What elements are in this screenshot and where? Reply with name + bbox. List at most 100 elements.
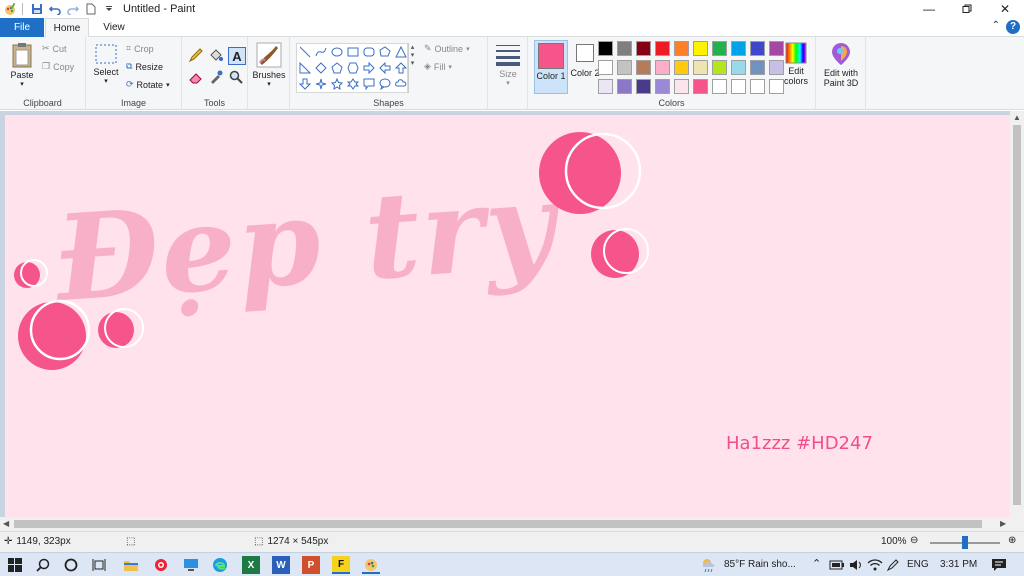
callout-rect-shape-icon[interactable]	[361, 76, 377, 92]
oval-shape-icon[interactable]	[329, 44, 345, 60]
paste-button[interactable]: Paste ▾	[6, 42, 38, 88]
callout-cloud-shape-icon[interactable]	[393, 76, 409, 92]
palette-swatch[interactable]	[750, 79, 765, 94]
tab-view[interactable]: View	[92, 18, 136, 37]
windows-start-icon[interactable]	[6, 556, 24, 574]
search-icon[interactable]	[34, 556, 52, 574]
copy-button[interactable]: ❐ Copy	[42, 61, 74, 72]
minimize-button[interactable]: —	[910, 0, 948, 18]
brushes-button[interactable]: Brushes ▾	[252, 42, 286, 88]
fill-bucket-icon[interactable]	[208, 47, 226, 67]
show-hidden-icons-chevron[interactable]: ⌃	[812, 557, 821, 570]
rectangle-shape-icon[interactable]	[345, 44, 361, 60]
cortana-icon[interactable]	[62, 556, 80, 574]
palette-swatch[interactable]	[750, 41, 765, 56]
text-tool-icon[interactable]: A	[228, 47, 246, 65]
zoom-slider-thumb[interactable]	[962, 536, 968, 549]
wifi-icon[interactable]	[866, 556, 884, 574]
tab-home[interactable]: Home	[45, 18, 89, 38]
palette-swatch[interactable]	[655, 60, 670, 75]
input-language[interactable]: ENG	[907, 559, 929, 570]
callout-oval-shape-icon[interactable]	[377, 76, 393, 92]
diamond-shape-icon[interactable]	[313, 60, 329, 76]
vertical-scroll-thumb[interactable]	[1013, 125, 1021, 505]
palette-swatch[interactable]	[731, 60, 746, 75]
palette-swatch[interactable]	[617, 60, 632, 75]
tab-file[interactable]: File	[0, 18, 44, 37]
palette-swatch[interactable]	[731, 41, 746, 56]
resize-button[interactable]: ⧉ Resize	[126, 61, 163, 72]
pen-input-icon[interactable]	[884, 556, 902, 574]
volume-icon[interactable]	[847, 556, 865, 574]
palette-swatch[interactable]	[636, 79, 651, 94]
palette-swatch[interactable]	[674, 41, 689, 56]
scroll-left-icon[interactable]: ◀	[3, 519, 9, 528]
horizontal-scrollbar[interactable]: ◀ ▶	[0, 517, 1024, 531]
palette-swatch[interactable]	[598, 60, 613, 75]
color-picker-icon[interactable]	[208, 69, 226, 89]
collapse-ribbon-icon[interactable]: ⌃	[992, 20, 1000, 31]
fill-button[interactable]: ◈ Fill ▾	[424, 61, 452, 72]
maximize-button[interactable]	[948, 0, 986, 18]
left-arrow-shape-icon[interactable]	[377, 60, 393, 76]
paint-taskbar-icon[interactable]	[362, 556, 380, 574]
palette-swatch[interactable]	[750, 60, 765, 75]
palette-swatch[interactable]	[712, 60, 727, 75]
new-file-icon[interactable]	[83, 1, 99, 17]
magnifier-icon[interactable]	[228, 69, 246, 89]
rounded-rectangle-shape-icon[interactable]	[361, 44, 377, 60]
pencil-icon[interactable]	[188, 47, 206, 67]
scroll-up-icon[interactable]: ▲	[1013, 113, 1021, 122]
weather-text[interactable]: 85°F Rain sho...	[724, 559, 796, 570]
palette-swatch[interactable]	[598, 79, 613, 94]
notifications-icon[interactable]	[990, 556, 1008, 574]
powerpoint-icon[interactable]: P	[302, 556, 320, 574]
select-button[interactable]: Select ▾	[90, 43, 122, 85]
vertical-scrollbar[interactable]: ▲	[1010, 111, 1024, 517]
size-button[interactable]: Size ▾	[492, 43, 524, 87]
outline-button[interactable]: ✎ Outline ▾	[424, 43, 470, 54]
palette-swatch[interactable]	[712, 41, 727, 56]
zoom-out-icon[interactable]: ⊖	[910, 535, 918, 546]
rotate-button[interactable]: ⟳ Rotate ▾	[126, 79, 170, 90]
clock-time[interactable]: 3:31 PM	[940, 559, 977, 570]
palette-swatch[interactable]	[655, 41, 670, 56]
up-arrow-shape-icon[interactable]	[393, 60, 409, 76]
drawing-canvas[interactable]: Đẹp try Ha1zzz #HD247	[5, 115, 1010, 517]
cut-button[interactable]: ✂ Cut	[42, 43, 67, 54]
zoom-in-icon[interactable]: ⊕	[1008, 535, 1016, 546]
six-point-star-shape-icon[interactable]	[345, 76, 361, 92]
color2-button[interactable]: Color 2	[570, 42, 600, 78]
undo-icon[interactable]	[47, 1, 63, 17]
palette-swatch[interactable]	[693, 79, 708, 94]
horizontal-scroll-thumb[interactable]	[14, 520, 982, 528]
redo-icon[interactable]	[65, 1, 81, 17]
palette-swatch[interactable]	[636, 41, 651, 56]
file-explorer-icon[interactable]	[122, 556, 140, 574]
edit-with-paint3d-button[interactable]: Edit with Paint 3D	[818, 42, 864, 88]
right-arrow-shape-icon[interactable]	[361, 60, 377, 76]
curve-shape-icon[interactable]	[313, 44, 329, 60]
palette-swatch[interactable]	[598, 41, 613, 56]
remote-desktop-icon[interactable]	[182, 556, 200, 574]
battery-icon[interactable]	[828, 556, 846, 574]
hexagon-shape-icon[interactable]	[345, 60, 361, 76]
save-icon[interactable]	[29, 1, 45, 17]
palette-swatch[interactable]	[693, 41, 708, 56]
word-icon[interactable]: W	[272, 556, 290, 574]
eraser-icon[interactable]	[188, 69, 206, 89]
palette-swatch[interactable]	[674, 79, 689, 94]
crop-button[interactable]: ⌗ Crop	[126, 43, 154, 54]
triangle-shape-icon[interactable]	[393, 44, 409, 60]
edit-colors-button[interactable]: Edit colors	[778, 42, 814, 86]
screen-recorder-icon[interactable]	[152, 556, 170, 574]
customize-toolbar-icon[interactable]	[101, 1, 117, 17]
help-icon[interactable]: ?	[1006, 20, 1020, 34]
palette-swatch[interactable]	[731, 79, 746, 94]
palette-swatch[interactable]	[636, 60, 651, 75]
pinned-f-app-icon[interactable]: F	[332, 556, 350, 574]
palette-swatch[interactable]	[712, 79, 727, 94]
polygon-shape-icon[interactable]	[377, 44, 393, 60]
four-point-star-shape-icon[interactable]	[313, 76, 329, 92]
palette-swatch[interactable]	[693, 60, 708, 75]
